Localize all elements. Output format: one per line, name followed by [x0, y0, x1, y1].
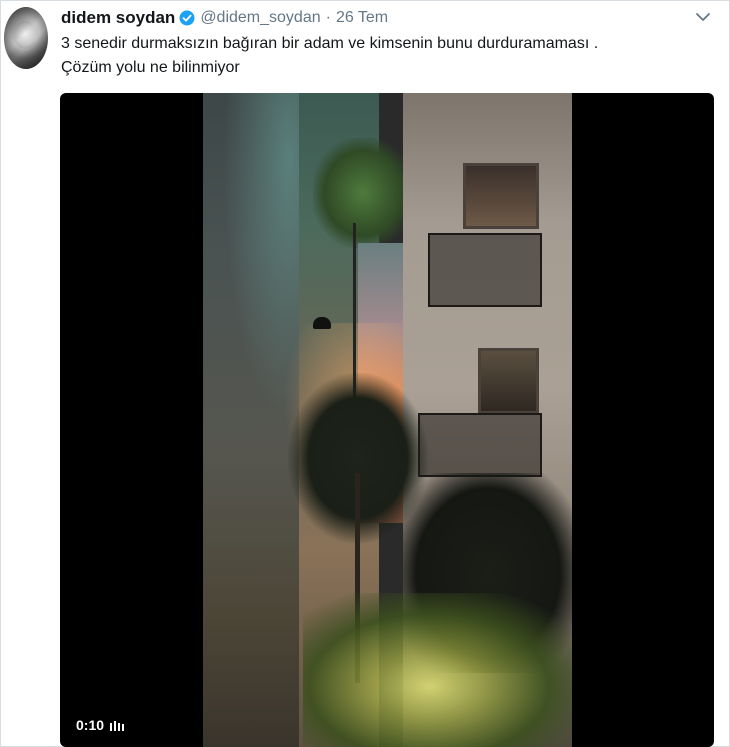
video-balcony: [428, 233, 542, 307]
video-tree-top: [313, 138, 413, 248]
tweet-date[interactable]: 26 Tem: [336, 9, 388, 27]
tweet-text-line-2: Çözüm yolu ne bilinmiyor: [61, 59, 240, 76]
volume-bars-icon[interactable]: [110, 720, 125, 731]
author-handle[interactable]: @didem_soydan: [200, 9, 320, 27]
avatar-hair: [4, 7, 48, 69]
tweet-header: didem soydan @didem_soydan · 26 Tem: [61, 7, 719, 29]
video-duration-label: 0:10: [76, 717, 105, 733]
avatar[interactable]: [4, 7, 48, 69]
video-street-lamp: [313, 317, 331, 329]
tweet-card: didem soydan @didem_soydan · 26 Tem 3 se…: [0, 0, 730, 747]
video-window: [463, 163, 539, 229]
chevron-down-icon[interactable]: [695, 11, 711, 23]
verified-badge-icon: [179, 10, 195, 26]
video-frame[interactable]: [203, 93, 572, 747]
video-duration: 0:10: [76, 717, 125, 733]
tweet-text: 3 senedir durmaksızın bağıran bir adam v…: [61, 32, 711, 80]
author-name[interactable]: didem soydan: [61, 8, 175, 28]
video-window: [478, 348, 539, 414]
video-player[interactable]: 0:10: [60, 93, 714, 747]
tweet-text-line-1: 3 senedir durmaksızın bağıran bir adam v…: [61, 35, 599, 52]
meta-separator: ·: [325, 9, 331, 26]
video-lit-bushes: [303, 593, 572, 747]
video-balcony: [418, 413, 542, 477]
